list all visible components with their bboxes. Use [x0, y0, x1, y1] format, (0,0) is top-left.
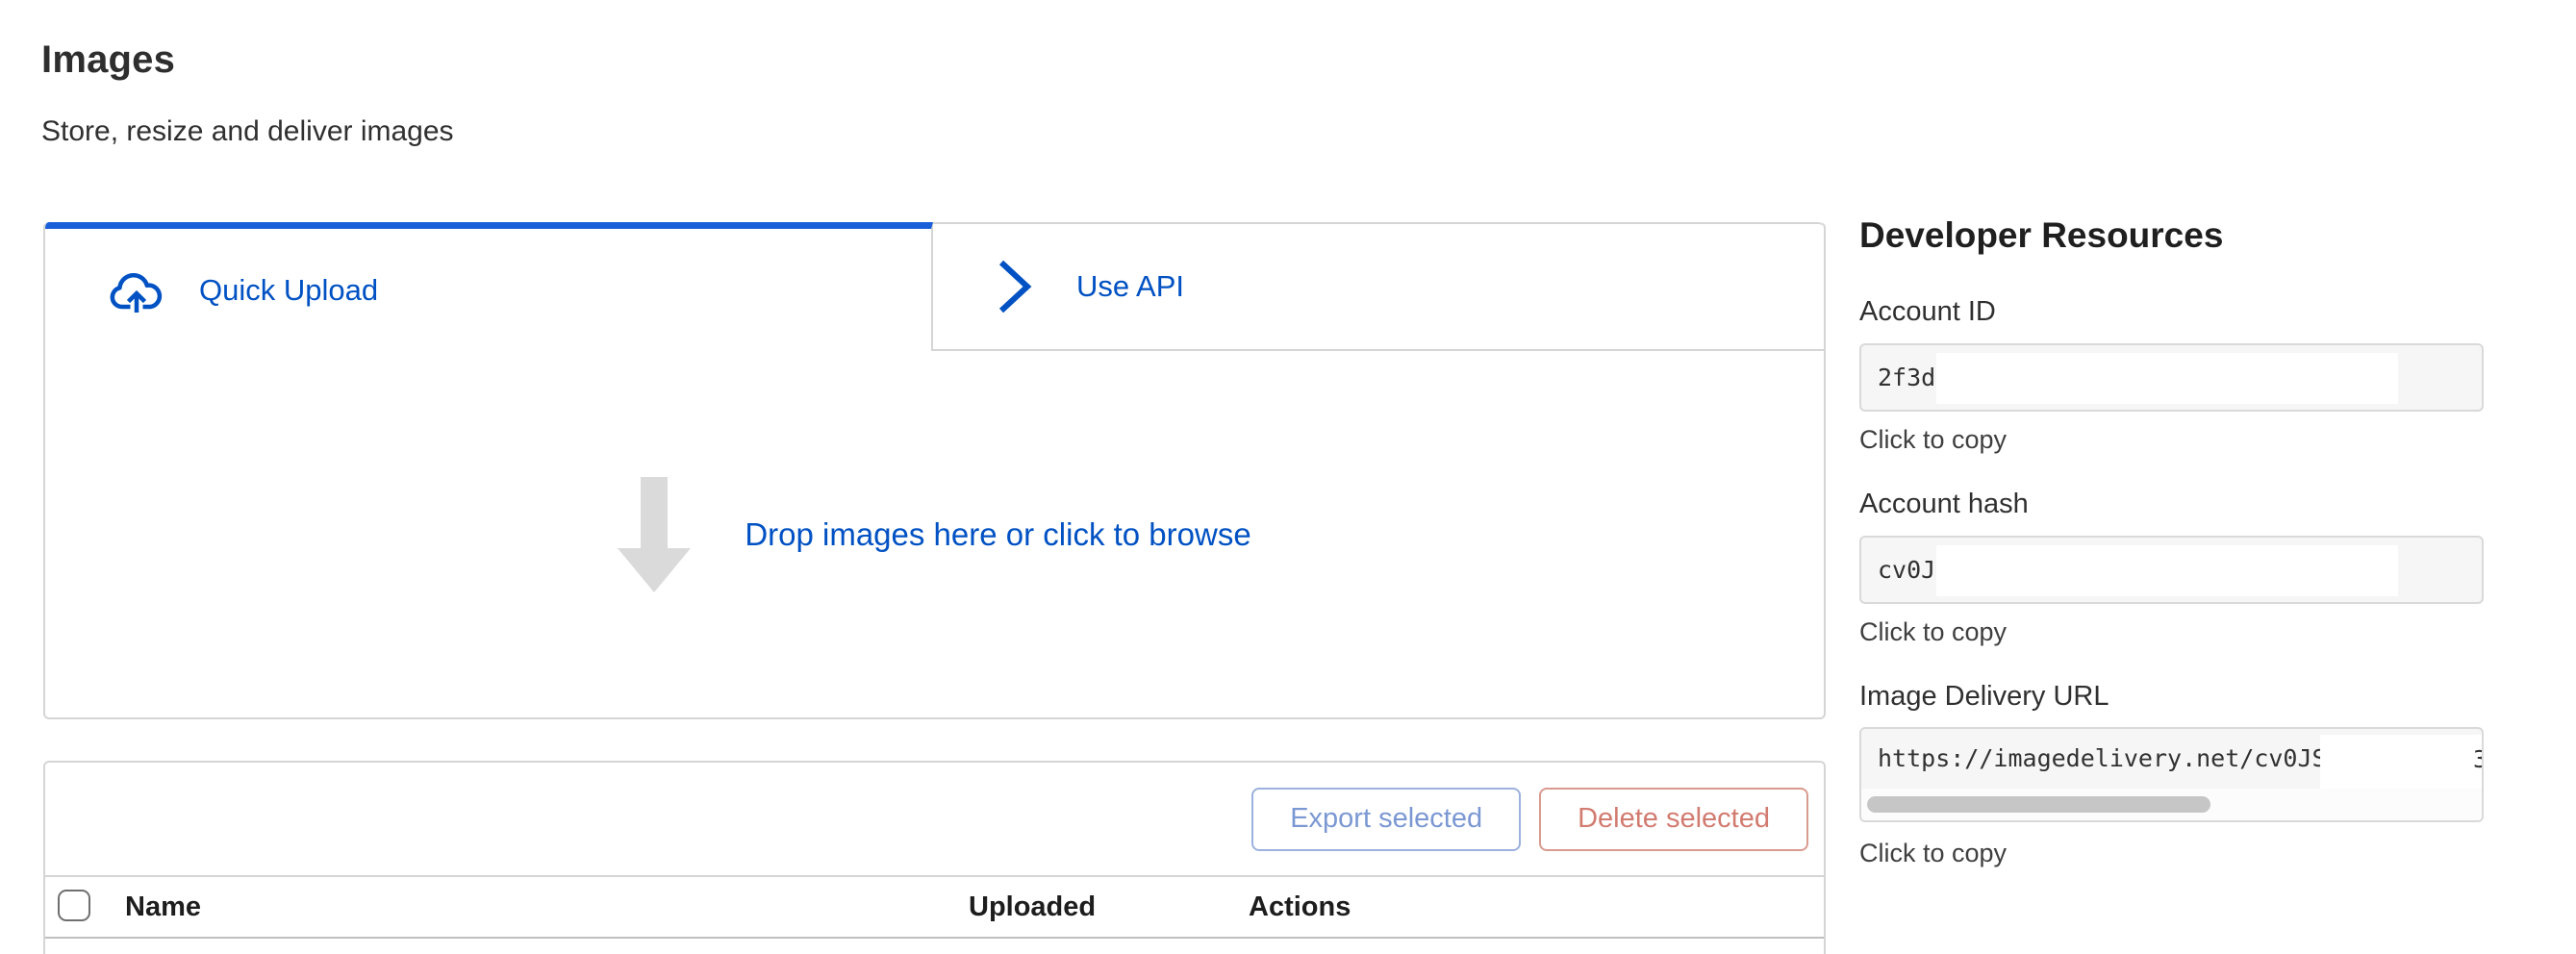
account-hash-field[interactable]: cv0J [1859, 536, 2484, 604]
image-list-card: Export selected Delete selected Name Upl… [43, 761, 1826, 954]
account-id-label: Account ID [1859, 296, 1996, 328]
page-subtitle: Store, resize and deliver images [41, 115, 454, 148]
upload-tabs: Quick Upload Use API [45, 222, 1824, 351]
account-id-copy-hint: Click to copy [1859, 425, 2007, 455]
select-all-checkbox[interactable] [58, 890, 90, 921]
column-header-uploaded: Uploaded [969, 891, 1096, 923]
export-selected-button[interactable]: Export selected [1251, 788, 1521, 851]
chevron-right-icon [998, 259, 1032, 314]
cloud-upload-icon [106, 265, 167, 315]
column-header-actions: Actions [1249, 891, 1351, 923]
tab-quick-upload-label: Quick Upload [199, 273, 378, 308]
dropzone[interactable]: Drop images here or click to browse [45, 351, 1824, 717]
image-delivery-url-field[interactable]: https://imagedelivery.net/cv0JS 3 [1859, 727, 2484, 822]
redaction-overlay [2320, 735, 2484, 791]
list-toolbar: Export selected Delete selected [45, 763, 1824, 877]
account-hash-label: Account hash [1859, 489, 2029, 520]
horizontal-scrollbar [1861, 789, 2482, 820]
redaction-overlay [1936, 545, 2398, 596]
image-delivery-url-copy-hint: Click to copy [1859, 839, 2007, 868]
scrollbar-thumb[interactable] [1867, 796, 2210, 813]
upload-widget: Quick Upload Use API Drop images here or… [43, 222, 1826, 719]
tab-quick-upload[interactable]: Quick Upload [45, 222, 933, 351]
column-header-name: Name [125, 891, 201, 923]
image-delivery-url-label: Image Delivery URL [1859, 681, 2109, 713]
account-id-field[interactable]: 2f3d [1859, 343, 2484, 412]
account-hash-copy-hint: Click to copy [1859, 617, 2007, 647]
tab-use-api-label: Use API [1076, 269, 1184, 304]
arrow-down-icon [618, 477, 691, 592]
url-peek-char: 3 [2473, 745, 2484, 773]
page-title: Images [41, 38, 175, 82]
dropzone-text: Drop images here or click to browse [745, 516, 1250, 553]
tab-use-api[interactable]: Use API [933, 222, 1824, 351]
table-header-row: Name Uploaded Actions [45, 877, 1824, 939]
redaction-overlay [1936, 353, 2398, 404]
delete-selected-button[interactable]: Delete selected [1539, 788, 1808, 851]
developer-resources-title: Developer Resources [1859, 215, 2223, 256]
